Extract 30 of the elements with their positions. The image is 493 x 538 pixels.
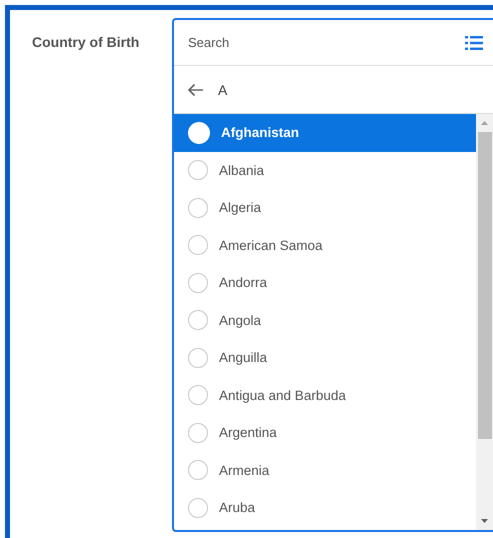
filter-text: A (218, 82, 228, 98)
option-item[interactable]: Angola (174, 302, 476, 339)
option-item[interactable]: Armenia (174, 452, 476, 489)
option-item[interactable]: Andorra (174, 264, 476, 302)
scrollbar-thumb[interactable] (478, 132, 492, 439)
list-icon[interactable] (465, 36, 483, 50)
option-item[interactable]: Aruba (174, 489, 476, 526)
option-item[interactable]: Argentina (174, 414, 476, 452)
option-item[interactable]: Antigua and Barbuda (174, 376, 476, 414)
scrollbar[interactable] (476, 114, 493, 530)
radio-button[interactable] (188, 460, 208, 480)
field-label: Country of Birth (31, 33, 140, 50)
option-item[interactable]: Anguilla (174, 339, 476, 376)
option-item[interactable]: Afghanistan (174, 114, 476, 152)
radio-button[interactable] (188, 498, 208, 518)
option-item[interactable]: Albania (174, 152, 476, 189)
radio-button[interactable] (188, 160, 208, 180)
option-item[interactable]: American Samoa (174, 226, 476, 264)
back-arrow-icon[interactable] (187, 82, 204, 96)
radio-button[interactable] (188, 235, 208, 256)
radio-button[interactable] (188, 385, 208, 406)
scroll-up-icon[interactable] (481, 121, 488, 125)
radio-button[interactable] (188, 348, 208, 368)
scroll-down-icon[interactable] (481, 519, 488, 523)
radio-button[interactable] (188, 272, 208, 293)
radio-button[interactable] (188, 310, 208, 330)
search-field[interactable]: Search (188, 35, 465, 50)
option-item[interactable]: Algeria (174, 189, 476, 226)
radio-button[interactable] (188, 198, 208, 218)
radio-button[interactable] (188, 422, 208, 443)
